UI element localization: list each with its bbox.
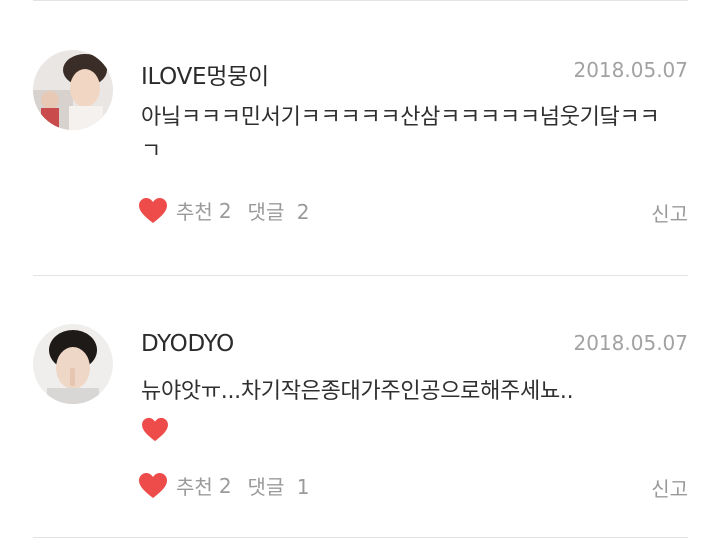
like-label: 추천 bbox=[176, 475, 213, 499]
avatar[interactable] bbox=[33, 324, 113, 404]
reply-label: 댓글 bbox=[247, 475, 285, 499]
comment-actions: 추천 2 댓글 1 bbox=[138, 471, 309, 500]
comment-text-content: 뉴야앗ㅠ...차기작은종대가주인공으로해주세뇨.. bbox=[141, 379, 574, 404]
comment-date: 2018.05.07 bbox=[573, 331, 688, 355]
like-button[interactable]: 추천 2 bbox=[138, 471, 232, 500]
username[interactable]: DYODYO bbox=[141, 331, 234, 357]
heart-icon bbox=[139, 473, 167, 498]
reply-count: 1 bbox=[296, 475, 310, 499]
reply-button[interactable]: 댓글 1 bbox=[248, 471, 310, 500]
like-count: 2 bbox=[218, 473, 232, 498]
bottom-divider bbox=[33, 537, 688, 538]
comment-text: 뉴야앗ㅠ...차기작은종대가주인공으로해주세뇨.. bbox=[141, 375, 681, 443]
heart-emoji-icon bbox=[142, 417, 168, 441]
report-button[interactable]: 신고 bbox=[651, 473, 688, 502]
comment-item: DYODYO 2018.05.07 뉴야앗ㅠ...차기작은종대가주인공으로해주세… bbox=[0, 0, 720, 540]
